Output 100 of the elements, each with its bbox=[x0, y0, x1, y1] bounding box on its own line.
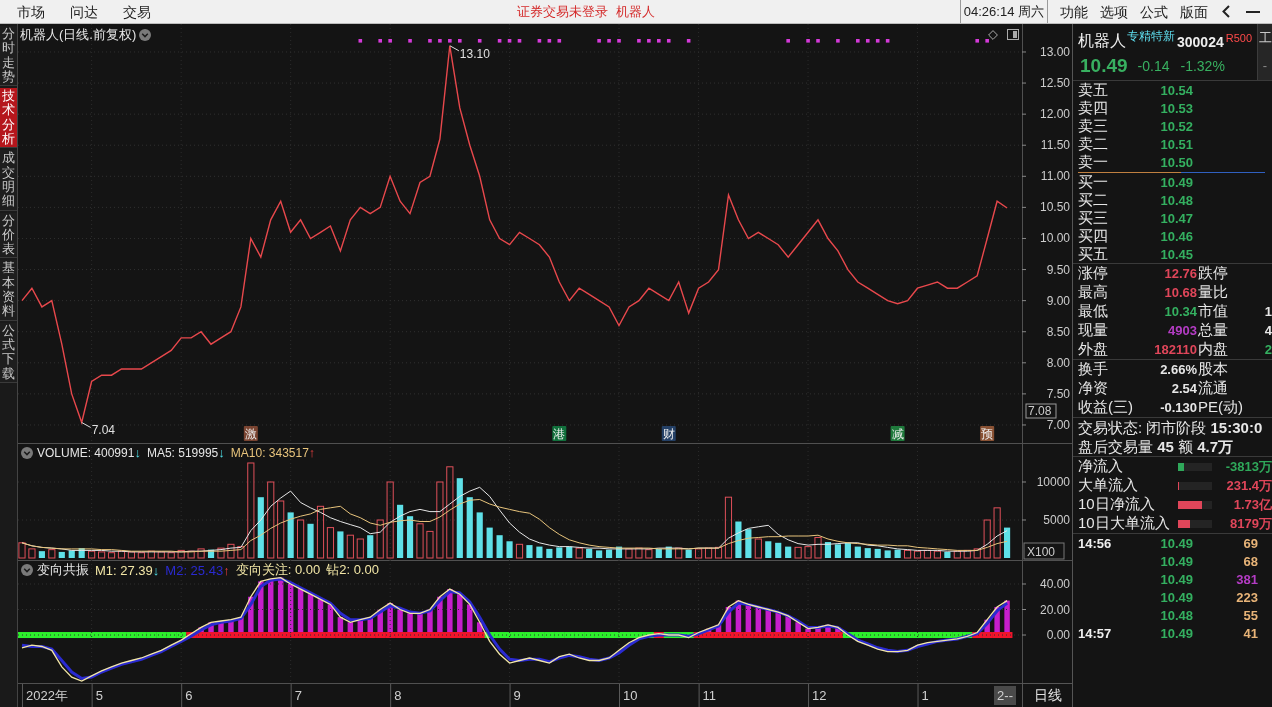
chevron-left-icon[interactable] bbox=[1222, 5, 1230, 18]
volume-bar bbox=[257, 497, 264, 558]
side-tab[interactable]: 分价表 bbox=[0, 212, 17, 259]
dropdown-icon[interactable] bbox=[21, 564, 33, 576]
minimize-icon[interactable] bbox=[1246, 10, 1260, 13]
volume-bar bbox=[397, 504, 404, 558]
order-level-label: 卖五 bbox=[1078, 81, 1109, 99]
volume-bar bbox=[197, 548, 205, 559]
trend-arrow: ↑ bbox=[223, 562, 230, 578]
volume-bar bbox=[277, 500, 285, 559]
order-level-label: 买二 bbox=[1078, 191, 1109, 209]
order-level-label: 卖一 bbox=[1078, 153, 1109, 171]
unit-label: X100 bbox=[1023, 542, 1065, 560]
menu-item[interactable]: 公式 bbox=[1140, 2, 1168, 21]
volume-bar bbox=[735, 521, 742, 558]
stat-label: 外盘 bbox=[1078, 340, 1108, 359]
event-tag[interactable]: 财 bbox=[661, 426, 676, 441]
stat-value: 12.76 bbox=[1164, 266, 1197, 281]
trend-arrow: ↓ bbox=[218, 445, 225, 460]
volume-bar bbox=[864, 548, 871, 558]
order-price: 10.49 bbox=[1159, 174, 1193, 190]
dropdown-icon[interactable] bbox=[21, 446, 33, 459]
indicator-readout: M2: 25.43 bbox=[165, 562, 224, 578]
volume-bar bbox=[356, 538, 364, 559]
column-edge-text: - bbox=[1257, 52, 1272, 80]
volume-bar bbox=[804, 546, 812, 559]
trend-arrow: ↓ bbox=[152, 562, 160, 578]
sidebar-toggle-icon[interactable] bbox=[1007, 29, 1019, 40]
stat-label: 净资 bbox=[1078, 379, 1108, 398]
volume-bar bbox=[227, 543, 235, 559]
stat-label: 最高 bbox=[1078, 283, 1108, 302]
volume-bar bbox=[575, 547, 583, 559]
volume-bar bbox=[48, 549, 56, 559]
volume-bar bbox=[993, 507, 1001, 559]
stat-label: 最低 bbox=[1078, 302, 1108, 321]
column-edge-text: 工 bbox=[1257, 24, 1272, 52]
menu-item[interactable]: 交易 bbox=[123, 2, 151, 21]
tick-time: 14:56 bbox=[1078, 535, 1113, 551]
axis-label: 8.00 bbox=[1046, 355, 1070, 370]
rating-label: R500 bbox=[1225, 31, 1252, 46]
order-price: 10.45 bbox=[1159, 246, 1193, 262]
volume-bar bbox=[58, 551, 65, 558]
indicator-readout: 钻2: 0.00 bbox=[326, 561, 379, 579]
side-tab[interactable]: 基本资料 bbox=[0, 260, 17, 321]
axis-label: 7.00 bbox=[1046, 417, 1070, 432]
volume-bar bbox=[785, 546, 792, 558]
volume-bar bbox=[566, 546, 573, 558]
menu-item[interactable]: 版面 bbox=[1180, 2, 1208, 21]
event-tag[interactable]: 港 bbox=[552, 426, 567, 441]
chart-title: 机器人(日线.前复权) bbox=[20, 26, 137, 44]
side-tab[interactable]: 分时走势 bbox=[0, 26, 17, 87]
diamond-icon[interactable] bbox=[988, 29, 998, 40]
volume-readout: VOLUME: 400991 bbox=[37, 445, 135, 460]
tick-price: 10.49 bbox=[1159, 553, 1193, 569]
volume-bar bbox=[874, 548, 881, 558]
stat-label: 流通 bbox=[1198, 379, 1228, 398]
date-label: 6 bbox=[185, 688, 193, 703]
order-price: 10.46 bbox=[1159, 228, 1193, 244]
flow-value: 231.4万 bbox=[1225, 476, 1272, 495]
menu-item[interactable]: 问达 bbox=[70, 2, 98, 21]
event-tag[interactable]: 预 bbox=[980, 426, 995, 441]
volume-bar bbox=[645, 549, 653, 559]
date-label: 11 bbox=[702, 688, 717, 703]
volume-bar bbox=[596, 550, 603, 558]
date-label: 8 bbox=[394, 688, 402, 703]
side-tab[interactable]: 成交明细 bbox=[0, 150, 17, 211]
menu-item[interactable]: 市场 bbox=[17, 2, 45, 21]
side-tab[interactable]: 公式下载 bbox=[0, 322, 17, 383]
trade-status-text: 交易状态: 闭市阶段 15:30:0 bbox=[1077, 418, 1264, 437]
date-label: 5 bbox=[95, 688, 103, 703]
stat-value: 1 bbox=[1264, 304, 1272, 319]
side-tab[interactable]: 技术分析 bbox=[0, 88, 17, 149]
volume-bar bbox=[486, 527, 493, 558]
flow-label: 大单流入 bbox=[1078, 476, 1139, 495]
volume-bar bbox=[1004, 527, 1011, 558]
stock-name: 机器人 bbox=[616, 2, 655, 21]
volume-bar bbox=[207, 549, 215, 558]
volume-bar bbox=[88, 550, 96, 559]
stock-tag: 专精特新 bbox=[1127, 28, 1175, 45]
stat-label: 现量 bbox=[1078, 321, 1108, 340]
menu-item[interactable]: 功能 bbox=[1060, 2, 1088, 21]
order-level-label: 买四 bbox=[1078, 227, 1109, 245]
menu-item[interactable]: 选项 bbox=[1100, 2, 1128, 21]
volume-bar bbox=[297, 519, 305, 559]
dropdown-icon[interactable] bbox=[139, 29, 152, 41]
volume-bar bbox=[695, 548, 703, 559]
event-tag[interactable]: 激 bbox=[243, 426, 258, 441]
stat-value: 10.34 bbox=[1164, 304, 1197, 319]
login-status-text: 证券交易未登录 bbox=[517, 2, 608, 21]
volume-bar bbox=[346, 534, 354, 559]
tick-price: 10.48 bbox=[1159, 607, 1193, 623]
volume-bar bbox=[217, 547, 225, 559]
percent-change: -1.32% bbox=[1180, 58, 1225, 74]
volume-bar bbox=[38, 551, 45, 558]
event-tag[interactable]: 减 bbox=[890, 426, 905, 441]
tick-price: 10.49 bbox=[1159, 625, 1193, 641]
axis-label: 10000 bbox=[1036, 475, 1070, 489]
volume-bar bbox=[605, 549, 613, 558]
stat-value: 2 bbox=[1264, 342, 1272, 357]
stat-value: 2.66% bbox=[1160, 362, 1197, 377]
